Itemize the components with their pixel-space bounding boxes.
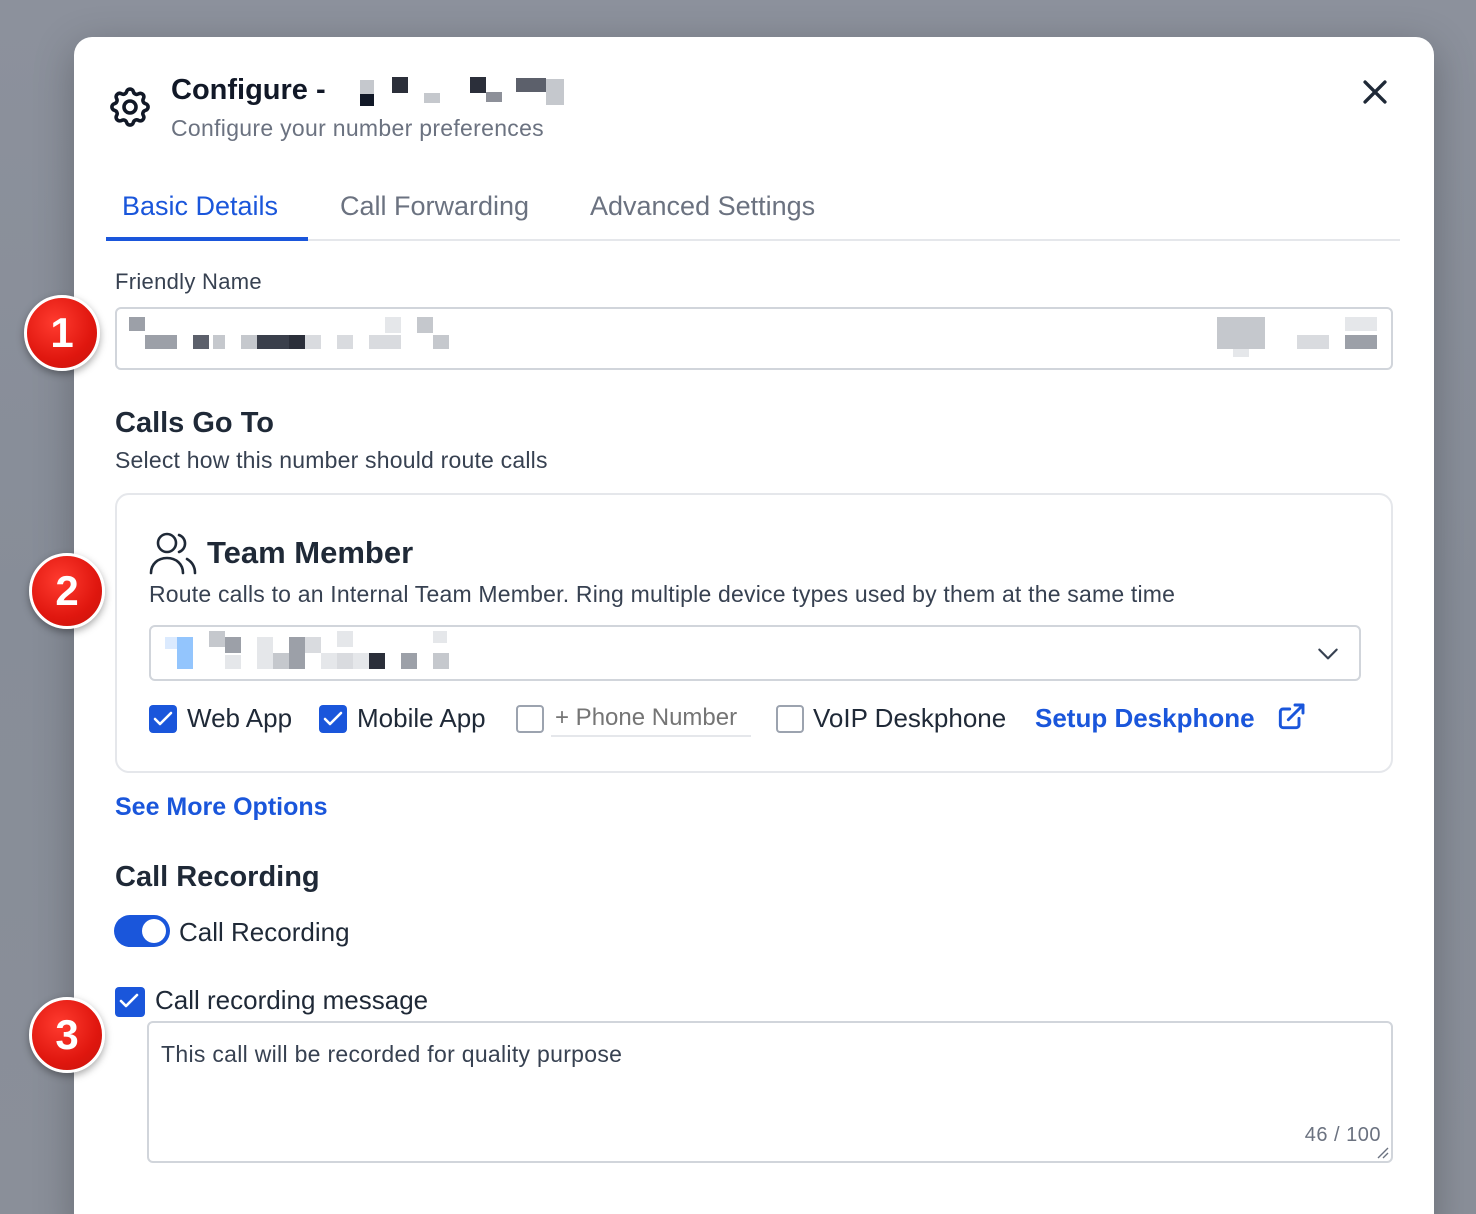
call-recording-message-checkbox[interactable] bbox=[115, 987, 145, 1017]
recording-message-textarea[interactable]: This call will be recorded for quality p… bbox=[147, 1021, 1393, 1163]
friendly-name-input[interactable] bbox=[115, 307, 1393, 370]
team-member-description: Route calls to an Internal Team Member. … bbox=[149, 581, 1176, 607]
close-icon[interactable] bbox=[1358, 75, 1392, 109]
annotation-badge-3: 3 bbox=[29, 997, 105, 1073]
toggle-knob bbox=[142, 919, 166, 943]
call-recording-toggle-label: Call Recording bbox=[179, 917, 350, 947]
dialog-subtitle: Configure your number preferences bbox=[171, 115, 544, 141]
voip-deskphone-label: VoIP Deskphone bbox=[813, 703, 1007, 733]
tab-advanced-settings[interactable]: Advanced Settings bbox=[574, 191, 831, 222]
tab-basic-details[interactable]: Basic Details bbox=[106, 191, 294, 222]
active-tab-indicator bbox=[106, 237, 308, 241]
chevron-down-icon bbox=[1318, 648, 1338, 660]
redacted-number bbox=[334, 75, 564, 106]
phone-number-checkbox[interactable] bbox=[516, 705, 544, 733]
resize-handle-icon[interactable] bbox=[1375, 1145, 1389, 1159]
dialog-title-row: Configure - bbox=[171, 73, 564, 107]
setup-deskphone-link[interactable]: Setup Deskphone bbox=[1035, 703, 1255, 734]
team-member-select[interactable] bbox=[149, 625, 1361, 681]
dialog-title: Configure - bbox=[171, 73, 326, 106]
call-recording-title: Call Recording bbox=[115, 861, 320, 893]
mobile-app-label: Mobile App bbox=[357, 703, 486, 733]
annotation-badge-1: 1 bbox=[24, 295, 100, 371]
see-more-options-link[interactable]: See More Options bbox=[115, 793, 328, 822]
call-recording-message-label: Call recording message bbox=[155, 985, 429, 1015]
configure-dialog: Configure - Configure your number prefer… bbox=[74, 37, 1434, 1214]
recording-message-value: This call will be recorded for quality p… bbox=[161, 1041, 623, 1067]
character-counter: 46 / 100 bbox=[1304, 1124, 1381, 1146]
team-member-title: Team Member bbox=[207, 535, 414, 570]
voip-deskphone-checkbox[interactable] bbox=[776, 705, 804, 733]
tab-bar: Basic Details Call Forwarding Advanced S… bbox=[106, 177, 1400, 241]
device-options: Web App Mobile App VoIP Deskphone Setup … bbox=[149, 701, 1349, 737]
web-app-label: Web App bbox=[187, 703, 293, 733]
call-recording-toggle[interactable] bbox=[114, 915, 170, 947]
external-link-icon[interactable] bbox=[1275, 701, 1307, 733]
web-app-checkbox[interactable] bbox=[149, 705, 177, 733]
annotation-badge-2: 2 bbox=[29, 553, 105, 629]
team-member-card[interactable]: Team Member Route calls to an Internal T… bbox=[115, 493, 1393, 773]
dialog-header: Configure - Configure your number prefer… bbox=[106, 73, 1402, 153]
mobile-app-checkbox[interactable] bbox=[319, 705, 347, 733]
users-icon bbox=[149, 532, 197, 575]
gear-icon bbox=[110, 87, 150, 127]
calls-go-to-title: Calls Go To bbox=[115, 407, 274, 439]
friendly-name-label: Friendly Name bbox=[115, 269, 262, 294]
calls-go-to-subtitle: Select how this number should route call… bbox=[115, 447, 548, 473]
phone-number-input[interactable] bbox=[551, 701, 751, 737]
tab-call-forwarding[interactable]: Call Forwarding bbox=[324, 191, 545, 222]
